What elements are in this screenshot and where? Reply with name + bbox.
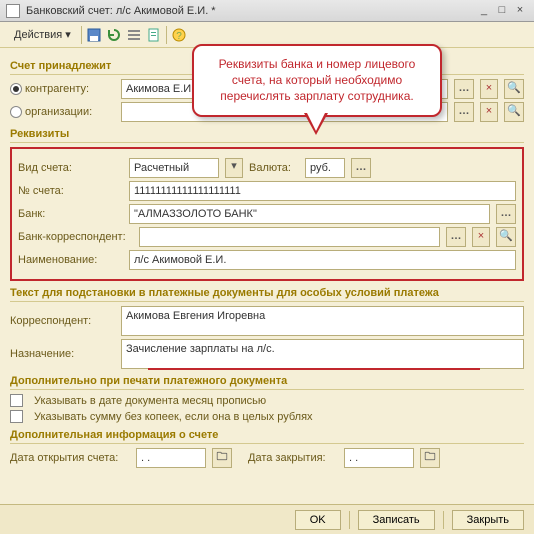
refresh-icon[interactable] [106,27,122,43]
organization-clear-button[interactable]: × [480,102,498,122]
label-bank: Банк: [18,208,123,220]
app-icon [6,4,20,18]
doc-icon[interactable] [146,27,162,43]
corr-bank-select-button[interactable]: … [446,227,466,247]
toolbar-separator [81,26,82,44]
row-chk2: Указывать сумму без копеек, если она в ц… [10,410,524,423]
minimize-button[interactable]: _ [476,4,492,18]
callout-text: Реквизиты банка и номер лицевого счета, … [204,56,430,105]
ok-button[interactable]: OK [295,510,341,530]
name-input[interactable]: л/с Акимовой Е.И. [129,250,516,270]
row-name: Наименование: л/с Акимовой Е.И. [18,250,516,270]
callout: Реквизиты банка и номер лицевого счета, … [192,44,442,117]
currency-select-button[interactable]: … [351,158,371,178]
contragent-search-button[interactable]: 🔍 [504,79,524,99]
section-subst-title: Текст для подстановки в платежные докуме… [10,287,524,302]
account-no-input[interactable]: 11111111111111111111 [129,181,516,201]
contragent-select-button[interactable]: … [454,79,474,99]
label-close-date: Дата закрытия: [248,452,338,464]
checkbox-no-kopecks[interactable] [10,410,23,423]
row-account-type: Вид счета: Расчетный ▾ Валюта: руб. … [18,158,516,178]
label-account-type: Вид счета: [18,162,123,174]
titlebar: Банковский счет: л/с Акимовой Е.И. * _ □… [0,0,534,22]
label-open-date: Дата открытия счета: [10,452,130,464]
open-date-button[interactable]: 🗀 [212,448,232,468]
save-icon[interactable] [86,27,102,43]
footer-separator [349,511,350,529]
checkbox-month-words[interactable] [10,394,23,407]
corr-bank-clear-button[interactable]: × [472,227,490,247]
radio-organization[interactable] [10,106,22,118]
row-chk1: Указывать в дате документа месяц пропись… [10,394,524,407]
row-account-no: № счета: 11111111111111111111 [18,181,516,201]
organization-select-button[interactable]: … [454,102,474,122]
svg-text:?: ? [176,31,182,42]
requisites-highlight-box: Вид счета: Расчетный ▾ Валюта: руб. … № … [10,147,524,281]
open-date-input[interactable]: . . [136,448,206,468]
label-organization: организации: [25,106,92,118]
purpose-input[interactable]: Зачисление зарплаты на л/с. [121,339,524,369]
close-button[interactable]: × [512,4,528,18]
bank-input[interactable]: "АЛМАЗЗОЛОТО БАНК" [129,204,490,224]
correspondent-input[interactable]: Акимова Евгения Игоревна [121,306,524,336]
footer-separator [443,511,444,529]
help-icon[interactable]: ? [171,27,187,43]
row-corr-bank: Банк-корреспондент: … × 🔍 [18,227,516,247]
close-button-footer[interactable]: Закрыть [452,510,524,530]
label-purpose: Назначение: [10,348,115,360]
label-account-no: № счета: [18,185,123,197]
toolbar-separator [166,26,167,44]
label-corr-bank: Банк-корреспондент: [18,231,133,243]
label-correspondent: Корреспондент: [10,315,115,327]
row-bank: Банк: "АЛМАЗЗОЛОТО БАНК" … [18,204,516,224]
footer: OK Записать Закрыть [0,504,534,534]
label-contragent: контрагенту: [25,83,89,95]
corr-bank-search-button[interactable]: 🔍 [496,227,516,247]
label-chk1: Указывать в дате документа месяц пропись… [34,395,266,407]
maximize-button[interactable]: □ [494,4,510,18]
close-date-input[interactable]: . . [344,448,414,468]
label-name: Наименование: [18,254,123,266]
row-dates: Дата открытия счета: . . 🗀 Дата закрытия… [10,448,524,468]
account-type-input[interactable]: Расчетный [129,158,219,178]
section-extra-title: Дополнительно при печати платежного доку… [10,375,524,390]
account-type-dropdown[interactable]: ▾ [225,158,243,178]
label-chk2: Указывать сумму без копеек, если она в ц… [34,411,313,423]
organization-search-button[interactable]: 🔍 [504,102,524,122]
label-currency: Валюта: [249,162,299,174]
currency-input[interactable]: руб. [305,158,345,178]
actions-menu[interactable]: Действия▾ [8,26,77,43]
corr-bank-input[interactable] [139,227,440,247]
close-date-button[interactable]: 🗀 [420,448,440,468]
row-purpose: Назначение: Зачисление зарплаты на л/с. [10,339,524,369]
row-correspondent: Корреспондент: Акимова Евгения Игоревна [10,306,524,336]
section-info-title: Дополнительная информация о счете [10,429,524,444]
window-title: Банковский счет: л/с Акимовой Е.И. * [26,5,474,17]
radio-contragent[interactable] [10,83,22,95]
bank-select-button[interactable]: … [496,204,516,224]
callout-tail-inner [307,113,325,131]
section-requisites-title: Реквизиты [10,128,524,143]
list-icon[interactable] [126,27,142,43]
contragent-clear-button[interactable]: × [480,79,498,99]
save-button[interactable]: Записать [358,510,435,530]
